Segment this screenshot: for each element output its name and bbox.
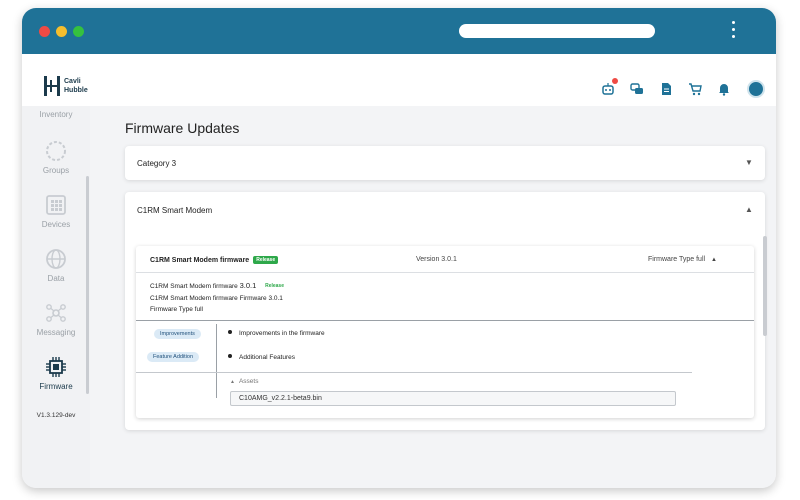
messaging-icon — [45, 302, 67, 324]
sidebar-scrollbar[interactable] — [86, 176, 89, 394]
firmware-version: Version 3.0.1 — [416, 256, 457, 263]
logo-line-2: Hubble — [64, 87, 88, 94]
sidebar-item-label: Inventory — [39, 110, 73, 119]
feature-addition-pill: Feature Addition — [147, 352, 200, 362]
improvements-pill: Improvements — [154, 329, 201, 339]
sidebar-item-data[interactable]: Data — [22, 248, 90, 283]
notification-badge — [612, 78, 618, 84]
sidebar-item-label: Groups — [42, 166, 70, 175]
sidebar-item-groups[interactable]: Groups — [22, 140, 90, 175]
logo[interactable]: Cavli Hubble — [44, 76, 88, 96]
category-accordion-category-3[interactable]: Category 3 ▼ — [125, 146, 765, 180]
details-firmware-line: C1RM Smart Modem firmware Firmware 3.0.1 — [150, 295, 283, 302]
cart-icon[interactable] — [687, 81, 703, 97]
release-note-item: Improvements in the firmware — [228, 330, 325, 337]
chat-icon[interactable] — [629, 81, 645, 97]
firmware-type-text: Firmware Type full — [648, 256, 706, 263]
page-title: Firmware Updates — [125, 120, 240, 136]
category-title: Category 3 — [137, 159, 177, 168]
sidebar-item-devices[interactable]: Devices — [22, 194, 90, 229]
divider — [136, 372, 692, 373]
address-bar[interactable] — [459, 24, 655, 38]
divider — [216, 324, 217, 398]
robot-icon[interactable] — [600, 78, 618, 97]
firmware-type[interactable]: Firmware Type full ▲ — [648, 256, 717, 263]
release-tag: Release — [253, 256, 279, 264]
bell-icon[interactable] — [716, 81, 732, 97]
more-options-icon[interactable] — [730, 21, 736, 41]
browser-titlebar — [22, 8, 776, 54]
sidebar-item-label: Data — [47, 274, 65, 283]
chevron-up-icon[interactable]: ▲ — [711, 257, 717, 263]
details-name: C1RM Smart Modem firmware — [150, 283, 238, 290]
close-window-icon[interactable] — [39, 26, 50, 37]
assets-label: Assets — [238, 378, 259, 385]
content-scrollbar[interactable] — [763, 236, 767, 336]
sidebar-item-firmware[interactable]: Firmware — [22, 356, 90, 391]
avatar[interactable] — [747, 80, 765, 98]
logo-line-1: Cavli — [64, 78, 81, 85]
firmware-details-panel: C1RM Smart Modem firmware Release Version… — [136, 246, 754, 418]
document-icon[interactable] — [658, 81, 674, 97]
logo-text: Cavli Hubble — [64, 77, 88, 95]
firmware-name-text: C1RM Smart Modem firmware — [150, 257, 250, 264]
chevron-up-icon[interactable]: ▲ — [745, 205, 753, 214]
firmware-header-row[interactable]: C1RM Smart Modem firmware Release Version… — [136, 246, 754, 273]
firmware-info: C1RM Smart Modem firmware 3.0.1 Release … — [150, 280, 287, 315]
header-actions — [600, 78, 765, 98]
sidebar-item-inventory[interactable]: Inventory — [22, 110, 90, 119]
devices-icon — [45, 194, 67, 216]
minimize-window-icon[interactable] — [56, 26, 67, 37]
sidebar-item-messaging[interactable]: Messaging — [22, 302, 90, 337]
browser-window: Cavli Hubble Inventory Groups Devices Da… — [22, 8, 776, 488]
assets-toggle[interactable]: ▲ Assets — [230, 378, 258, 385]
details-type-line: Firmware Type full — [150, 306, 203, 313]
sidebar-item-label: Firmware — [39, 382, 73, 391]
details-version: 3.0.1 — [239, 281, 257, 290]
details-release-tag: Release — [265, 283, 284, 289]
release-note-item: Additional Features — [228, 354, 295, 361]
logo-icon — [44, 76, 60, 96]
sidebar: Inventory Groups Devices Data Messaging — [22, 106, 90, 488]
app-header: Cavli Hubble — [22, 54, 776, 106]
chip-icon — [45, 356, 67, 378]
app-version: V1.3.129-dev — [36, 412, 76, 419]
chevron-up-icon: ▲ — [230, 379, 235, 385]
groups-icon — [45, 140, 67, 162]
divider — [136, 320, 754, 321]
maximize-window-icon[interactable] — [73, 26, 84, 37]
asset-file-link[interactable]: C10AMG_v2.2.1-beta9.bin — [230, 391, 676, 406]
sidebar-item-label: Messaging — [36, 328, 76, 337]
main-content: Firmware Updates Category 3 ▼ C1RM Smart… — [90, 106, 776, 488]
category-title: C1RM Smart Modem — [137, 206, 213, 215]
globe-icon — [45, 248, 67, 270]
chevron-down-icon[interactable]: ▼ — [745, 158, 753, 167]
sidebar-item-label: Devices — [41, 220, 71, 229]
firmware-name: C1RM Smart Modem firmware Release — [150, 256, 279, 264]
